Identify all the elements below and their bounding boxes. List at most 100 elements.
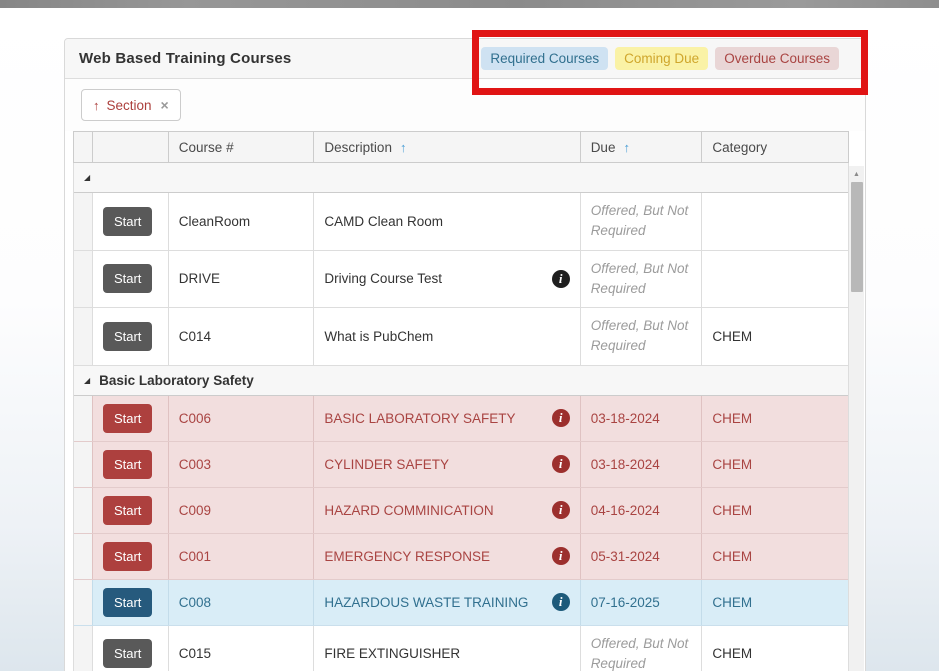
column-header-due[interactable]: Due ↑	[581, 132, 703, 162]
scroll-up-icon[interactable]: ▲	[853, 171, 860, 178]
start-button[interactable]: Start	[103, 207, 152, 236]
start-button[interactable]: Start	[103, 450, 152, 479]
group-label: Basic Laboratory Safety	[99, 373, 254, 388]
column-header-course[interactable]: Course #	[169, 132, 315, 162]
column-header-label: Course #	[179, 140, 234, 155]
category-cell	[702, 251, 848, 308]
category-cell: CHEM	[702, 626, 848, 671]
category-cell: CHEM	[702, 308, 848, 365]
course-number-cell: C014	[169, 308, 315, 365]
info-icon[interactable]: i	[552, 455, 570, 473]
section-group-chip[interactable]: ↑ Section ×	[81, 89, 181, 121]
due-text: 07-16-2025	[591, 595, 660, 610]
collapse-group-icon[interactable]: ◢	[84, 376, 90, 385]
indent-cell	[74, 396, 93, 441]
info-icon[interactable]: i	[552, 501, 570, 519]
category-cell: CHEM	[702, 534, 848, 579]
due-text: 04-16-2024	[591, 503, 660, 518]
table-row: Start DRIVE Driving Course Test i Offere…	[74, 251, 848, 309]
start-button[interactable]: Start	[103, 588, 152, 617]
start-button[interactable]: Start	[103, 322, 152, 351]
group-header-row[interactable]: ◢	[74, 163, 848, 193]
legend-pill-coming: Coming Due	[615, 47, 708, 70]
action-cell: Start	[93, 488, 169, 533]
description-cell: FIRE EXTINGUISHER	[314, 626, 580, 671]
column-header-description[interactable]: Description↑	[314, 132, 580, 162]
course-number-cell: DRIVE	[169, 251, 315, 308]
column-header-label: Due	[591, 140, 616, 155]
category-cell: CHEM	[702, 442, 848, 487]
due-text: Offered, But Not Required	[591, 201, 692, 242]
table-row: Start C014 What is PubChem Offered, But …	[74, 308, 848, 366]
indent-cell	[74, 580, 93, 625]
start-button[interactable]: Start	[103, 639, 152, 668]
indent-cell	[74, 251, 93, 308]
start-button[interactable]: Start	[103, 542, 152, 571]
info-icon[interactable]: i	[552, 547, 570, 565]
remove-grouping-icon[interactable]: ×	[161, 97, 169, 113]
browser-chrome-bar	[0, 0, 939, 8]
indent-cell	[74, 308, 93, 365]
due-cell: Offered, But Not Required	[581, 308, 703, 365]
info-icon[interactable]: i	[552, 593, 570, 611]
due-cell: Offered, But Not Required	[581, 251, 703, 308]
description-cell: BASIC LABORATORY SAFETY i	[314, 396, 580, 441]
due-text: 05-31-2024	[591, 549, 660, 564]
column-header-indent	[74, 132, 93, 162]
action-cell: Start	[93, 308, 169, 365]
action-cell: Start	[93, 534, 169, 579]
action-cell: Start	[93, 442, 169, 487]
start-button[interactable]: Start	[103, 404, 152, 433]
due-text: 03-18-2024	[591, 411, 660, 426]
sort-ascending-icon[interactable]: ↑	[93, 98, 100, 113]
legend-pill-required: Required Courses	[481, 47, 608, 70]
vertical-scrollbar[interactable]: ▲	[849, 166, 864, 671]
description-text: HAZARD COMMINICATION	[324, 503, 493, 518]
description-text: HAZARDOUS WASTE TRAINING	[324, 595, 528, 610]
description-cell: CYLINDER SAFETY i	[314, 442, 580, 487]
collapse-group-icon[interactable]: ◢	[84, 173, 90, 182]
description-cell: HAZARD COMMINICATION i	[314, 488, 580, 533]
table-row: Start C003 CYLINDER SAFETY i 03-18-2024 …	[74, 442, 848, 488]
table-row: Start C001 EMERGENCY RESPONSE i 05-31-20…	[74, 534, 848, 580]
group-header-row[interactable]: ◢ Basic Laboratory Safety	[74, 366, 848, 396]
section-chip-label[interactable]: Section	[107, 98, 152, 113]
grid-header-row: Course # Description↑ Due ↑ Category	[73, 131, 849, 163]
due-text: 03-18-2024	[591, 457, 660, 472]
scrollbar-thumb[interactable]	[851, 182, 863, 292]
description-cell: Driving Course Test i	[314, 251, 580, 308]
action-cell: Start	[93, 396, 169, 441]
course-number-cell: C008	[169, 580, 315, 625]
info-icon[interactable]: i	[552, 409, 570, 427]
description-text: FIRE EXTINGUISHER	[324, 646, 460, 661]
sort-ascending-icon[interactable]: ↑	[400, 140, 407, 155]
due-cell: 04-16-2024	[581, 488, 703, 533]
course-number-cell: C006	[169, 396, 315, 441]
grid-body: ◢ Start CleanRoom CAMD Clean Room Offere…	[73, 163, 849, 671]
panel-heading: Web Based Training Courses Required Cour…	[65, 39, 865, 79]
courses-grid: Course # Description↑ Due ↑ Category ◢ Start…	[73, 131, 849, 671]
description-cell: CAMD Clean Room	[314, 193, 580, 250]
due-cell: 05-31-2024	[581, 534, 703, 579]
status-legend: Required CoursesComing DueOverdue Course…	[481, 47, 839, 70]
info-icon[interactable]: i	[552, 270, 570, 288]
training-courses-panel: Web Based Training Courses Required Cour…	[64, 38, 866, 671]
due-text: Offered, But Not Required	[591, 259, 692, 300]
category-cell: CHEM	[702, 580, 848, 625]
due-cell: Offered, But Not Required	[581, 626, 703, 671]
category-cell: CHEM	[702, 488, 848, 533]
table-row: Start C006 BASIC LABORATORY SAFETY i 03-…	[74, 396, 848, 442]
column-header-category[interactable]: Category	[702, 132, 848, 162]
indent-cell	[74, 488, 93, 533]
table-row: Start C008 HAZARDOUS WASTE TRAINING i 07…	[74, 580, 848, 626]
due-cell: 07-16-2025	[581, 580, 703, 625]
description-text: CAMD Clean Room	[324, 214, 443, 229]
category-cell: CHEM	[702, 396, 848, 441]
start-button[interactable]: Start	[103, 496, 152, 525]
start-button[interactable]: Start	[103, 264, 152, 293]
course-number-cell: C003	[169, 442, 315, 487]
description-cell: What is PubChem	[314, 308, 580, 365]
description-text: What is PubChem	[324, 329, 433, 344]
sort-ascending-icon[interactable]: ↑	[623, 140, 630, 155]
table-row: Start C009 HAZARD COMMINICATION i 04-16-…	[74, 488, 848, 534]
